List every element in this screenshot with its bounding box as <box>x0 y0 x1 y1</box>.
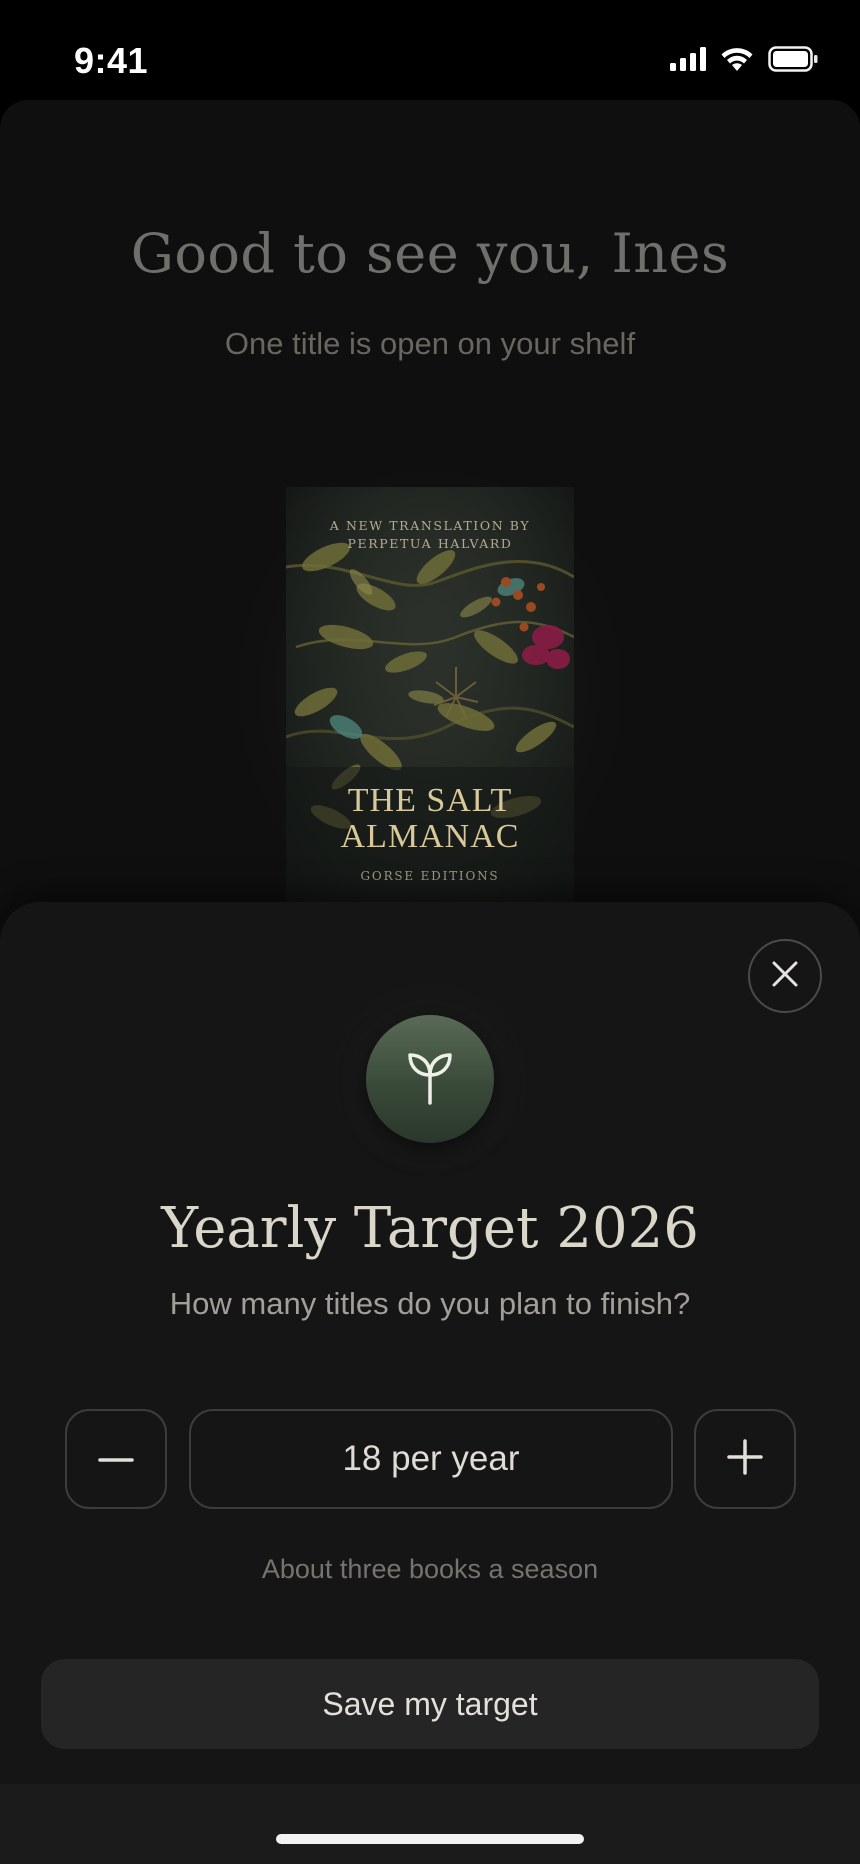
home-indicator-area <box>0 1784 860 1864</box>
home-indicator[interactable] <box>276 1834 584 1844</box>
status-time: 9:41 <box>74 40 149 81</box>
status-bar: 9:41 <box>0 0 860 100</box>
target-hint: About three books a season <box>261 1554 599 1584</box>
sheet-subtitle: How many titles do you plan to finish? <box>169 1286 691 1321</box>
target-value-field[interactable]: 18 per year <box>189 1409 673 1509</box>
book-credit-line: A NEW TRANSLATION BY <box>329 518 531 533</box>
sheet-title: Yearly Target 2026 <box>161 1196 699 1261</box>
app-screen: 9:41 Good to see you, Ines One title is … <box>0 0 860 1864</box>
battery-icon <box>768 46 818 72</box>
book-publisher: GORSE EDITIONS <box>360 869 500 883</box>
save-target-button[interactable]: Save my target <box>41 1659 819 1749</box>
wifi-icon <box>720 46 754 72</box>
book-credit: A NEW TRANSLATION BY PERPETUA HALVARD <box>286 517 574 553</box>
cellular-signal-icon <box>670 47 706 71</box>
close-button[interactable] <box>748 939 822 1013</box>
book-credit-line: PERPETUA HALVARD <box>347 536 513 551</box>
book-cover[interactable]: A NEW TRANSLATION BY PERPETUA HALVARD TH… <box>286 487 574 907</box>
plus-icon <box>727 1438 763 1480</box>
book-title: THE SALT ALMANAC <box>286 783 574 855</box>
book-title-line: ALMANAC <box>340 818 520 855</box>
increment-button[interactable] <box>694 1409 796 1509</box>
sprout-badge <box>366 1015 494 1143</box>
greeting-title: Good to see you, Ines <box>130 222 730 285</box>
status-icons <box>670 46 818 72</box>
close-icon <box>770 959 800 994</box>
book-title-line: THE SALT <box>347 782 513 819</box>
decrement-button[interactable] <box>65 1409 167 1509</box>
greeting-subtitle: One title is open on your shelf <box>224 326 636 361</box>
sprout-icon <box>406 1049 454 1110</box>
minus-icon <box>98 1450 134 1468</box>
